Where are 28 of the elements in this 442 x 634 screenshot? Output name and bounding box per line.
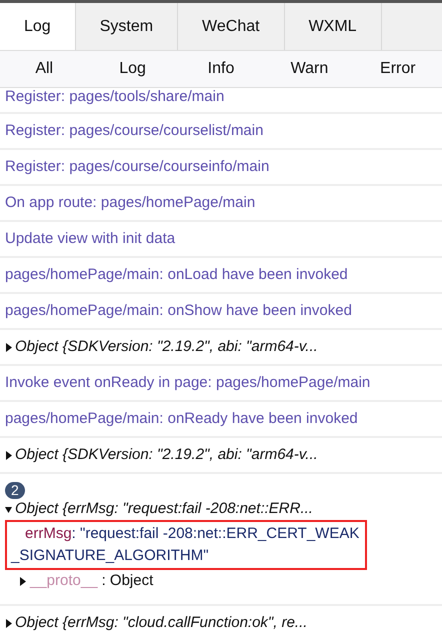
log-message: pages/homePage/main: onShow have been invoked xyxy=(5,302,352,319)
log-message: Register: pages/tools/share/main xyxy=(5,88,224,105)
filter-option[interactable]: All xyxy=(0,51,88,87)
tab[interactable]: WXML xyxy=(284,3,382,50)
object-summary[interactable]: Object {errMsg: "request:fail -208:net::ERR... xyxy=(15,500,313,518)
log-message: Register: pages/course/courseinfo/main xyxy=(5,158,270,175)
collapse-triangle-icon[interactable] xyxy=(5,504,12,514)
log-message: pages/homePage/main: onLoad have been invoked xyxy=(5,266,348,283)
filter-option[interactable]: Info xyxy=(176,51,266,87)
expand-triangle-icon[interactable] xyxy=(5,450,12,460)
log-message: pages/homePage/main: onReady have been invoked xyxy=(5,410,358,427)
log-message: Register: pages/course/courselist/main xyxy=(5,122,264,139)
expand-triangle-icon[interactable] xyxy=(5,618,12,628)
proto-value: : Object xyxy=(102,572,154,590)
expand-triangle-icon[interactable] xyxy=(5,342,12,352)
log-message: Update view with init data xyxy=(5,230,176,247)
object-summary[interactable]: Object {SDKVersion: "2.19.2", abi: "arm64-v... xyxy=(15,446,318,464)
tab[interactable]: Log xyxy=(0,3,76,50)
tab[interactable]: System xyxy=(76,3,178,50)
filter-option[interactable]: Log xyxy=(88,51,177,87)
log-message: Invoke event onReady in page: pages/homePage/main xyxy=(5,374,370,391)
object-summary[interactable]: Object {SDKVersion: "2.19.2", abi: "arm64-v... xyxy=(15,338,318,356)
filter-option[interactable]: Error xyxy=(354,51,442,87)
repeat-count: 2 xyxy=(5,482,25,499)
object-summary[interactable]: Object {errMsg: "cloud.callFunction:ok", re... xyxy=(15,614,308,632)
log-message: On app route: pages/homePage/main xyxy=(5,194,256,211)
expand-triangle-icon[interactable] xyxy=(19,576,26,586)
filter-option[interactable]: Warn xyxy=(265,51,354,87)
